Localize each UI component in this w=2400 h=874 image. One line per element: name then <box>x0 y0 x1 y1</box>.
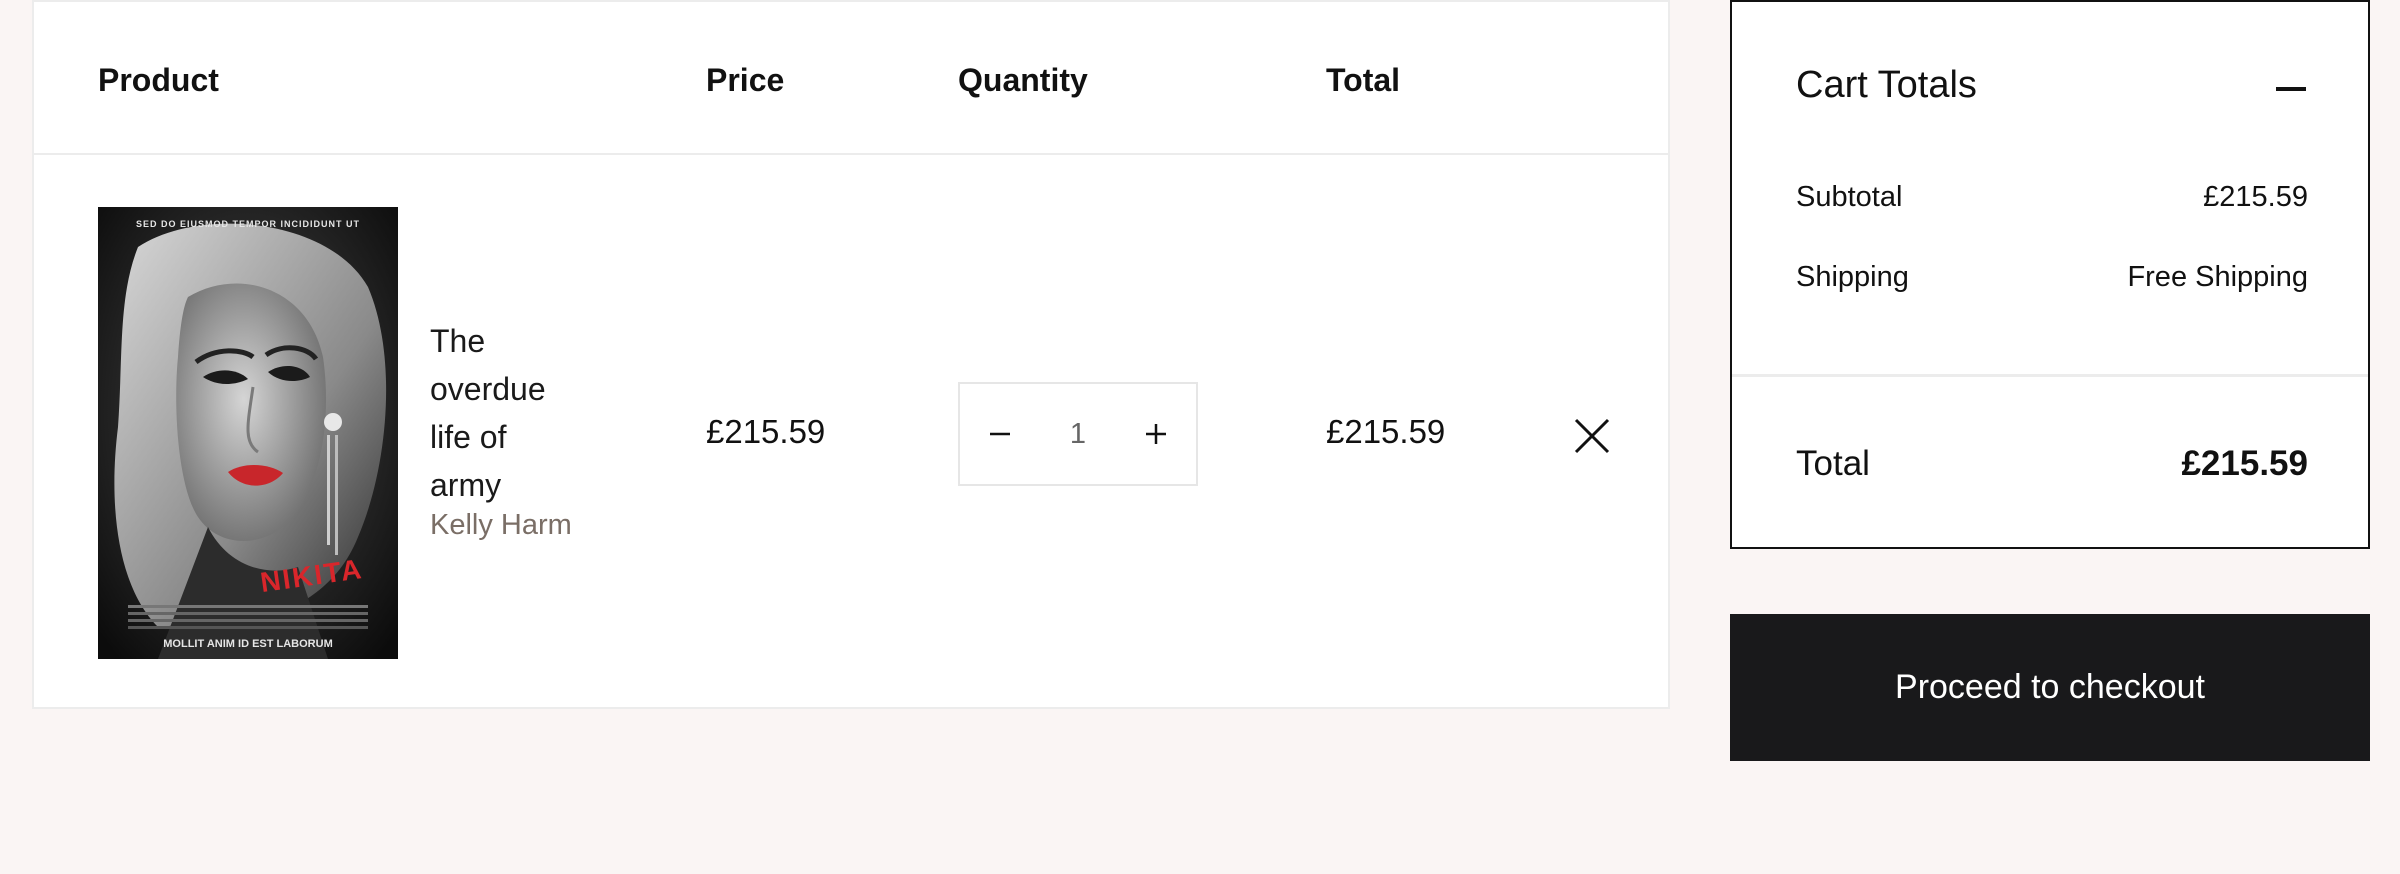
subtotal-label: Subtotal <box>1796 181 1903 213</box>
product-author: Kelly Harm <box>430 509 572 541</box>
cart-totals-title: Cart Totals <box>1796 64 1977 106</box>
header-product: Product <box>98 62 219 98</box>
quantity-value[interactable]: 1 <box>1040 384 1116 484</box>
shipping-value: Free Shipping <box>2127 261 2308 293</box>
cart-table: Product Price Quantity Total SED DO EIUS… <box>32 0 1670 709</box>
quantity-increase-button[interactable] <box>1116 384 1196 484</box>
cart-item-row: SED DO EIUSMOD TEMPOR INCIDIDUNT UT NIKI… <box>34 155 1668 711</box>
quantity-decrease-button[interactable] <box>960 384 1040 484</box>
product-cover-image[interactable]: SED DO EIUSMOD TEMPOR INCIDIDUNT UT NIKI… <box>98 207 398 659</box>
collapse-icon <box>2276 87 2306 91</box>
quantity-stepper: 1 <box>958 382 1198 486</box>
proceed-to-checkout-button[interactable]: Proceed to checkout <box>1730 614 2370 761</box>
item-price: £215.59 <box>706 413 826 450</box>
shipping-label: Shipping <box>1796 261 1909 293</box>
close-icon <box>1574 418 1610 454</box>
product-title[interactable]: The overdue life of army <box>430 317 580 509</box>
plus-icon <box>1146 424 1166 444</box>
grand-total-value: £215.59 <box>2181 444 2308 483</box>
cover-bottom-text: MOLLIT ANIM ID EST LABORUM <box>163 638 332 650</box>
subtotal-value: £215.59 <box>2203 181 2308 213</box>
subtotal-row: Subtotal £215.59 <box>1796 181 2308 214</box>
item-total: £215.59 <box>1326 413 1446 450</box>
totals-divider <box>1732 374 2368 377</box>
grand-total-label: Total <box>1796 444 1870 483</box>
header-total: Total <box>1326 62 1401 98</box>
shipping-row: Shipping Free Shipping <box>1796 261 2308 294</box>
minus-icon <box>990 432 1010 436</box>
grand-total-row: Total £215.59 <box>1796 444 2308 484</box>
collapse-totals-button[interactable] <box>2274 72 2308 106</box>
cart-table-header: Product Price Quantity Total <box>34 2 1668 155</box>
header-quantity: Quantity <box>958 62 1088 98</box>
cover-top-text: SED DO EIUSMOD TEMPOR INCIDIDUNT UT <box>136 219 360 229</box>
cart-totals-panel: Cart Totals Subtotal £215.59 Shipping Fr… <box>1730 0 2370 549</box>
remove-item-button[interactable] <box>1572 416 1612 456</box>
header-price: Price <box>706 62 785 98</box>
